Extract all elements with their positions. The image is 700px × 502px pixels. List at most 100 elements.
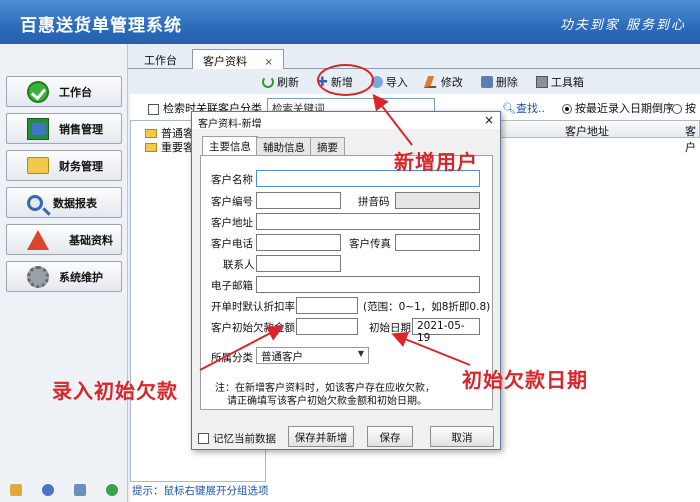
initial-debt-input[interactable] — [296, 318, 358, 335]
save-button[interactable]: 保存 — [367, 426, 413, 447]
pencil-icon — [423, 76, 441, 88]
customer-address-input[interactable] — [256, 213, 480, 230]
edit-button[interactable]: 修改 — [423, 74, 463, 90]
add-button-highlight — [317, 64, 374, 96]
delete-label: 删除 — [495, 76, 518, 89]
sales-icon — [27, 117, 49, 140]
app-slogan: 功夫到家 服务到心 — [559, 18, 686, 33]
address-label: 客户地址 — [211, 217, 253, 229]
toolbar: 刷新 ✚ 新增 导入 修改 删除 工具箱 — [262, 72, 602, 92]
customer-fax-input[interactable] — [395, 234, 480, 251]
save-and-new-button[interactable]: 保存并新增 — [288, 426, 354, 447]
calendar-icon[interactable] — [10, 484, 22, 496]
sidebar-item-workbench[interactable]: 工作台 — [6, 76, 122, 107]
folder-icon — [145, 142, 157, 152]
annotation-enter-debt: 录入初始欠款 — [52, 379, 178, 403]
search-icon: 🔍︎ — [502, 102, 516, 115]
phone-label: 客户电话 — [211, 238, 253, 250]
edit-label: 修改 — [440, 76, 463, 89]
main-info-panel: 客户名称 客户编号 拼音码 客户地址 客户电话 客户传真 联系人 电子邮箱 开单… — [200, 155, 493, 410]
close-icon[interactable]: × — [484, 113, 494, 127]
category-label: 所属分类 — [211, 352, 253, 364]
tab-extra-info[interactable]: 辅助信息 — [256, 137, 312, 155]
code-label: 客户编号 — [211, 196, 253, 208]
name-label: 客户名称 — [211, 174, 253, 186]
column-header-customer[interactable]: 客户 — [685, 123, 699, 155]
sidebar-item-sales[interactable]: 销售管理 — [6, 113, 122, 144]
annotation-add-user: 新增用户 — [394, 150, 478, 174]
delete-button[interactable]: 删除 — [480, 74, 518, 90]
folder-icon — [145, 128, 157, 138]
title-bar: 百惠送货单管理系统 功夫到家 服务到心 — [0, 0, 700, 44]
customer-code-input[interactable] — [256, 192, 341, 209]
checkbox[interactable] — [198, 433, 209, 444]
sidebar-item-label: 数据报表 — [53, 196, 97, 210]
status-hint: 提示：鼠标右键展开分组选项 — [132, 485, 269, 497]
sort-recent-radio[interactable]: 按最近录入日期倒序 — [562, 100, 674, 116]
tab-customer[interactable]: 客户资料 × — [192, 49, 284, 69]
import-button[interactable]: 导入 — [370, 74, 408, 90]
contact-label: 联系人 — [223, 259, 255, 271]
sidebar-item-label: 基础资料 — [69, 233, 113, 247]
sidebar-item-label: 销售管理 — [59, 122, 103, 136]
toolbox-icon — [535, 76, 548, 88]
sidebar-item-basic-data[interactable]: 基础资料 — [6, 224, 122, 255]
radio-icon[interactable] — [672, 104, 682, 114]
refresh-label: 刷新 — [277, 76, 299, 89]
column-header-address[interactable]: 客户地址 — [565, 123, 609, 139]
cancel-button[interactable]: 取消 — [430, 426, 494, 447]
initial-date-input[interactable]: 2021-05-19 — [412, 318, 480, 344]
toolbox-label: 工具箱 — [550, 76, 584, 89]
pyramid-icon — [27, 229, 49, 250]
customer-phone-input[interactable] — [256, 234, 341, 251]
note-line-2: 请正确填写该客户初始欠款金额和初始日期。 — [227, 396, 427, 407]
fax-label: 客户传真 — [349, 238, 391, 250]
note-line-1: 注：在新增客户资料时，如该客户存在应收欠款， — [215, 383, 435, 394]
dialog-note: 注：在新增客户资料时，如该客户存在应收欠款， 请正确填写该客户初始欠款金额和初始… — [215, 382, 455, 408]
trash-icon — [480, 76, 493, 88]
checkbox[interactable] — [148, 103, 159, 115]
sidebar-item-label: 工作台 — [59, 85, 92, 99]
discount-range-hint: (范围：0~1，如8折即0.8) — [363, 301, 491, 313]
remember-checkbox[interactable]: 记忆当前数据 — [198, 431, 276, 446]
power-icon[interactable] — [106, 484, 118, 496]
category-select[interactable]: 普通客户 ▼ — [256, 347, 369, 364]
info-icon[interactable] — [42, 484, 54, 496]
sidebar: 工作台 销售管理 财务管理 数据报表 基础资料 系统维护 — [0, 44, 128, 502]
dialog-title: 客户资料-新增 — [198, 119, 262, 130]
folder-icon — [27, 157, 49, 174]
tab-summary[interactable]: 摘要 — [310, 137, 345, 155]
sidebar-item-maintenance[interactable]: 系统维护 — [6, 261, 122, 292]
close-icon[interactable]: × — [265, 57, 273, 68]
gear-icon — [27, 265, 49, 288]
tab-label: 工作台 — [144, 54, 177, 67]
sidebar-item-label: 财务管理 — [59, 159, 103, 173]
initial-debt-label: 客户初始欠款金额 — [211, 322, 295, 334]
toolbox-button[interactable]: 工具箱 — [535, 74, 584, 90]
sidebar-footer-icons — [0, 478, 128, 502]
dialog-title-bar: 客户资料-新增 × — [192, 112, 500, 130]
tab-main-info[interactable]: 主要信息 — [202, 136, 258, 156]
import-label: 导入 — [385, 76, 408, 89]
discount-label: 开单时默认折扣率 — [211, 301, 295, 313]
email-input[interactable] — [256, 276, 480, 293]
sidebar-item-label: 系统维护 — [59, 270, 103, 284]
refresh-button[interactable]: 刷新 — [262, 74, 299, 90]
find-link[interactable]: 🔍︎查找.. — [502, 100, 545, 116]
magnifier-icon — [27, 194, 43, 211]
pinyin-label: 拼音码 — [358, 196, 390, 208]
contact-input[interactable] — [256, 255, 341, 272]
tab-workbench[interactable]: 工作台 — [134, 49, 187, 69]
window-icon[interactable] — [74, 484, 86, 496]
email-label: 电子邮箱 — [211, 280, 253, 292]
initial-date-label: 初始日期 — [369, 322, 411, 334]
sidebar-item-finance[interactable]: 财务管理 — [6, 150, 122, 181]
pinyin-input — [395, 192, 480, 209]
tab-strip: 工作台 客户资料 × — [128, 44, 700, 69]
refresh-icon — [262, 76, 274, 88]
radio-icon[interactable] — [562, 104, 572, 114]
annotation-debt-date: 初始欠款日期 — [462, 368, 588, 392]
discount-input[interactable] — [296, 297, 358, 314]
sidebar-item-reports[interactable]: 数据报表 — [6, 187, 122, 218]
sort-other-radio[interactable]: 按 — [672, 100, 696, 116]
